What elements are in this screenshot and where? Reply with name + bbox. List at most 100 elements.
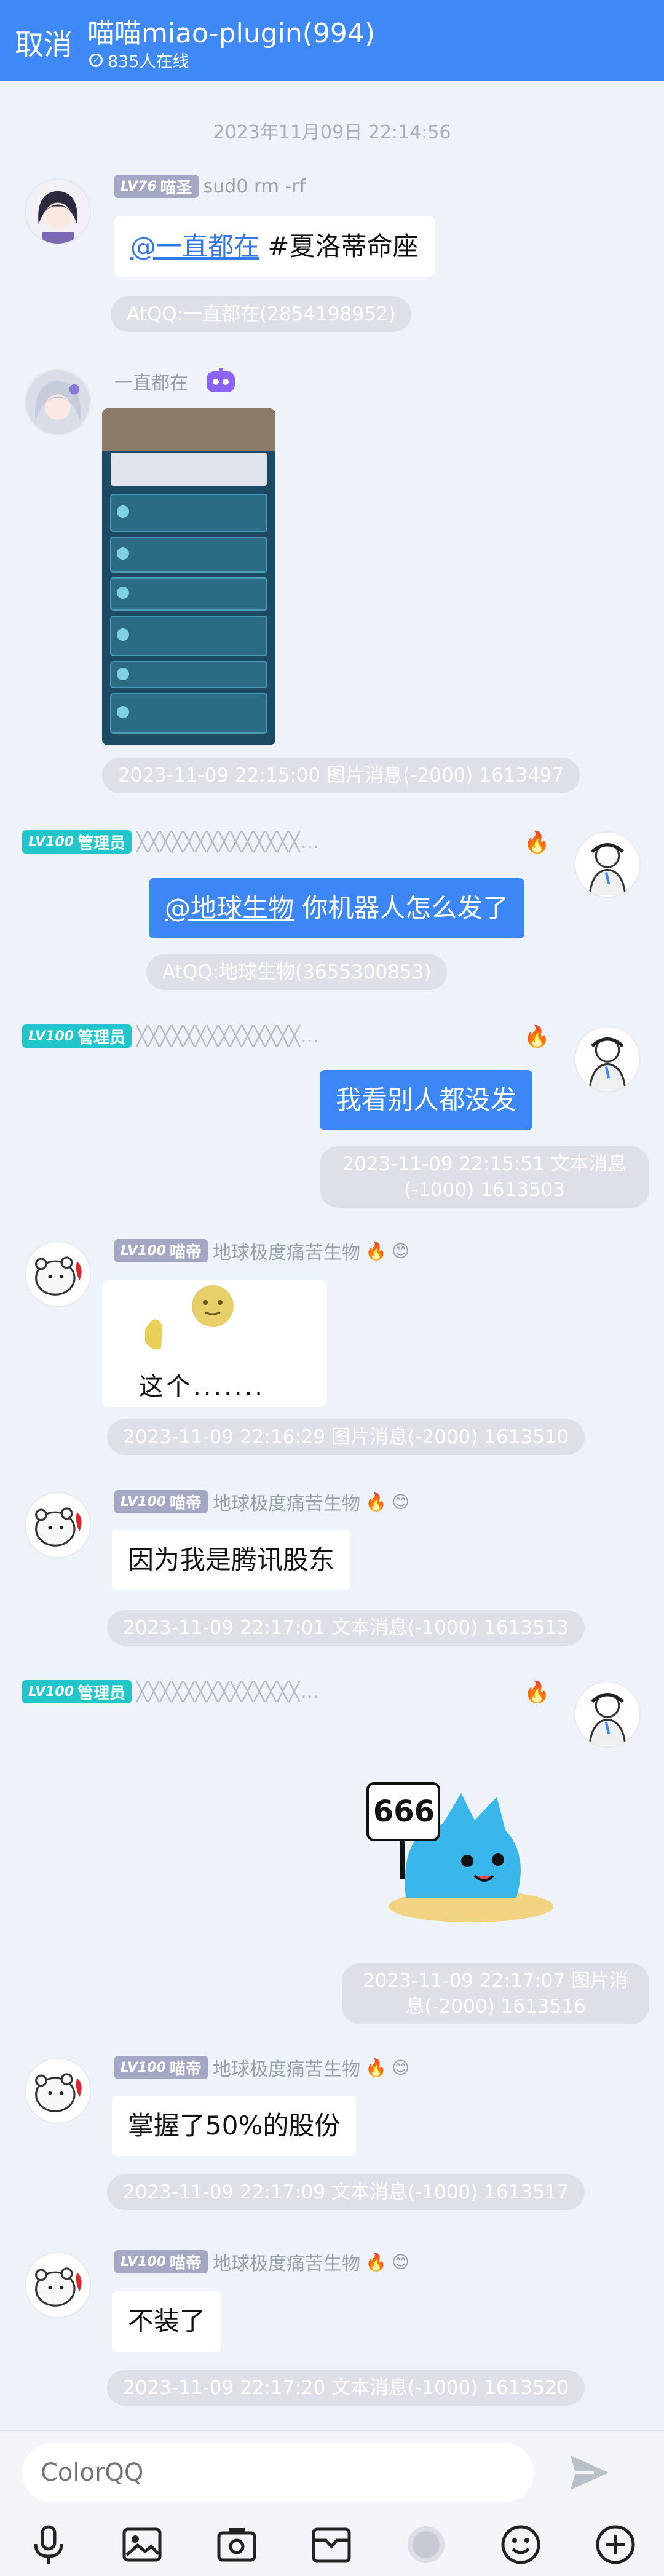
bot-icon — [204, 368, 237, 395]
fire-icon: 🔥 — [365, 1240, 387, 1261]
smile-badge-icon: 😊 — [391, 1491, 410, 1512]
avatar[interactable] — [574, 1681, 641, 1748]
camera-button[interactable] — [215, 2523, 258, 2566]
send-button[interactable] — [566, 2449, 612, 2496]
avatar-white-bear-icon — [26, 2253, 90, 2317]
sender-meta: LV100 管理员 ╳╳╳╳╳╳╳╳╳╳╳╳╳╳… — [22, 1024, 320, 1048]
sticker-button[interactable] — [405, 2523, 448, 2566]
sender-name[interactable]: 地球极度痛苦生物 — [213, 2248, 360, 2275]
sender-meta: LV100 喵帝 地球极度痛苦生物 🔥 😊 — [114, 2248, 409, 2275]
sender-meta: LV100 喵帝 地球极度痛苦生物 🔥 😊 — [114, 1488, 409, 1515]
avatar-sketch-person-icon — [575, 833, 639, 897]
message-info: 2023-11-09 22:15:51 文本消息(-1000) 1613503 — [320, 1146, 649, 1208]
message-text: 你机器人怎么发了 — [294, 893, 509, 923]
message-info: 2023-11-09 22:15:00 图片消息(-2000) 1613497 — [102, 758, 580, 793]
message-input[interactable] — [22, 2443, 534, 2502]
avatar-sketch-person-icon — [575, 1027, 639, 1091]
fire-icon: 🔥 — [524, 830, 550, 855]
fire-icon: 🔥 — [365, 2251, 387, 2272]
message-list[interactable]: 2023年11月09日 22:14:56 LV76 喵圣 sud0 rm -rf … — [0, 81, 664, 2430]
level-badge: LV100 喵帝 — [114, 2250, 208, 2273]
send-icon — [571, 2455, 609, 2490]
sender-meta: LV100 喵帝 地球极度痛苦生物 🔥 😊 — [114, 2054, 409, 2081]
message-bubble[interactable]: 不装了 — [112, 2291, 222, 2352]
message-info: 2023-11-09 22:17:07 图片消息(-2000) 1613516 — [342, 1963, 649, 2024]
sender-name[interactable]: 地球极度痛苦生物 — [213, 1237, 360, 1264]
sender-name[interactable]: 一直都在 — [114, 368, 188, 395]
sender-meta: LV100 管理员 ╳╳╳╳╳╳╳╳╳╳╳╳╳╳… — [22, 1680, 320, 1703]
image-button[interactable] — [121, 2523, 164, 2566]
sender-meta: LV76 喵圣 sud0 rm -rf — [114, 175, 306, 198]
message-info: 2023-11-09 22:17:20 文本消息(-1000) 1613520 — [107, 2370, 585, 2406]
avatar[interactable] — [25, 2058, 91, 2124]
avatar-white-bear-icon — [26, 1493, 90, 1557]
avatar-anime-girl-icon — [26, 180, 90, 244]
camera-icon — [217, 2528, 256, 2562]
blue-cat-sticker-icon — [366, 1782, 553, 1922]
avatar[interactable] — [25, 1492, 91, 1558]
obscured-name: ╳╳╳╳╳╳╳╳╳╳╳╳╳╳… — [136, 1681, 320, 1703]
avatar[interactable] — [574, 831, 641, 898]
smile-badge-icon: 😊 — [391, 1240, 410, 1261]
message-bubble[interactable]: @地球生物 你机器人怎么发了 — [149, 878, 525, 938]
online-icon: ✓ — [89, 53, 103, 67]
character-stats-screenshot-icon — [102, 408, 275, 745]
admin-badge: LV100 管理员 — [22, 1680, 132, 1703]
fire-icon: 🔥 — [524, 1024, 550, 1049]
sender-meta: LV100 喵帝 地球极度痛苦生物 🔥 😊 — [114, 1237, 409, 1264]
avatar[interactable] — [574, 1026, 641, 1092]
image-attachment[interactable]: 这个....... — [102, 1280, 327, 1407]
sender-name[interactable]: 地球极度痛苦生物 — [213, 2054, 360, 2081]
level-badge: LV100 喵帝 — [114, 1239, 208, 1262]
date-divider: 2023年11月09日 22:14:56 — [213, 122, 451, 143]
avatar-white-bear-icon — [26, 2059, 90, 2123]
avatar-silver-hair-icon — [26, 370, 90, 434]
avatar[interactable] — [25, 178, 91, 245]
obscured-name: ╳╳╳╳╳╳╳╳╳╳╳╳╳╳… — [136, 831, 320, 853]
avatar-white-bear-icon — [26, 1242, 90, 1306]
fire-icon: 🔥 — [524, 1680, 550, 1705]
mention-link[interactable]: @地球生物 — [165, 893, 294, 923]
plus-button[interactable] — [594, 2523, 637, 2566]
group-title[interactable]: 喵喵miao-plugin(994) — [87, 11, 375, 50]
meme-caption: 这个....... — [139, 1373, 266, 1401]
sticker-text: 666 — [373, 1794, 435, 1829]
admin-badge: LV100 管理员 — [22, 1024, 132, 1048]
sender-meta: 一直都在 — [114, 368, 237, 395]
obscured-name: ╳╳╳╳╳╳╳╳╳╳╳╳╳╳… — [136, 1025, 320, 1047]
emoji-icon — [501, 2525, 540, 2564]
emoji-button[interactable] — [499, 2523, 542, 2566]
cancel-button[interactable]: 取消 — [15, 21, 73, 63]
avatar[interactable] — [25, 2252, 91, 2318]
avatar[interactable] — [25, 1241, 91, 1307]
plus-icon — [596, 2525, 635, 2564]
sticker-attachment[interactable]: 666 — [332, 1756, 553, 1930]
message-info: AtQQ:地球生物(3655300853) — [146, 954, 448, 990]
message-info: 2023-11-09 22:16:29 图片消息(-2000) 1613510 — [107, 1419, 585, 1455]
message-bubble[interactable]: 我看别人都没发 — [320, 1070, 533, 1130]
online-count: 835人在线 — [108, 52, 189, 71]
microphone-button[interactable] — [27, 2523, 70, 2566]
message-bubble[interactable]: 掌握了50%的股份 — [112, 2096, 357, 2156]
admin-badge: LV100 管理员 — [22, 830, 132, 854]
image-attachment[interactable] — [102, 408, 275, 745]
sender-name[interactable]: 地球极度痛苦生物 — [213, 1488, 360, 1515]
folder-button[interactable] — [310, 2523, 353, 2566]
message-info: 2023-11-09 22:17:01 文本消息(-1000) 1613513 — [107, 1610, 585, 1646]
message-bubble[interactable]: 因为我是腾讯股东 — [112, 1530, 351, 1590]
microphone-icon — [34, 2525, 63, 2564]
avatar[interactable] — [25, 369, 91, 435]
fire-icon: 🔥 — [365, 2057, 387, 2078]
sender-name[interactable]: sud0 rm -rf — [204, 176, 306, 197]
mention-link[interactable]: @一直都在 — [130, 231, 259, 261]
chat-header: 取消 喵喵miao-plugin(994) ✓ 835人在线 — [0, 0, 664, 81]
sender-meta: LV100 管理员 ╳╳╳╳╳╳╳╳╳╳╳╳╳╳… — [22, 830, 320, 854]
image-icon — [122, 2527, 162, 2562]
composer-bar — [0, 2430, 664, 2576]
smile-badge-icon: 😊 — [391, 2251, 410, 2272]
message-info: 2023-11-09 22:17:09 文本消息(-1000) 1613517 — [107, 2174, 585, 2210]
sticker-icon — [408, 2526, 445, 2563]
level-badge: LV100 喵帝 — [114, 2056, 208, 2079]
message-bubble[interactable]: @一直都在 #夏洛蒂命座 — [114, 216, 435, 277]
message-info: AtQQ:一直都在(2854198952) — [111, 296, 412, 332]
